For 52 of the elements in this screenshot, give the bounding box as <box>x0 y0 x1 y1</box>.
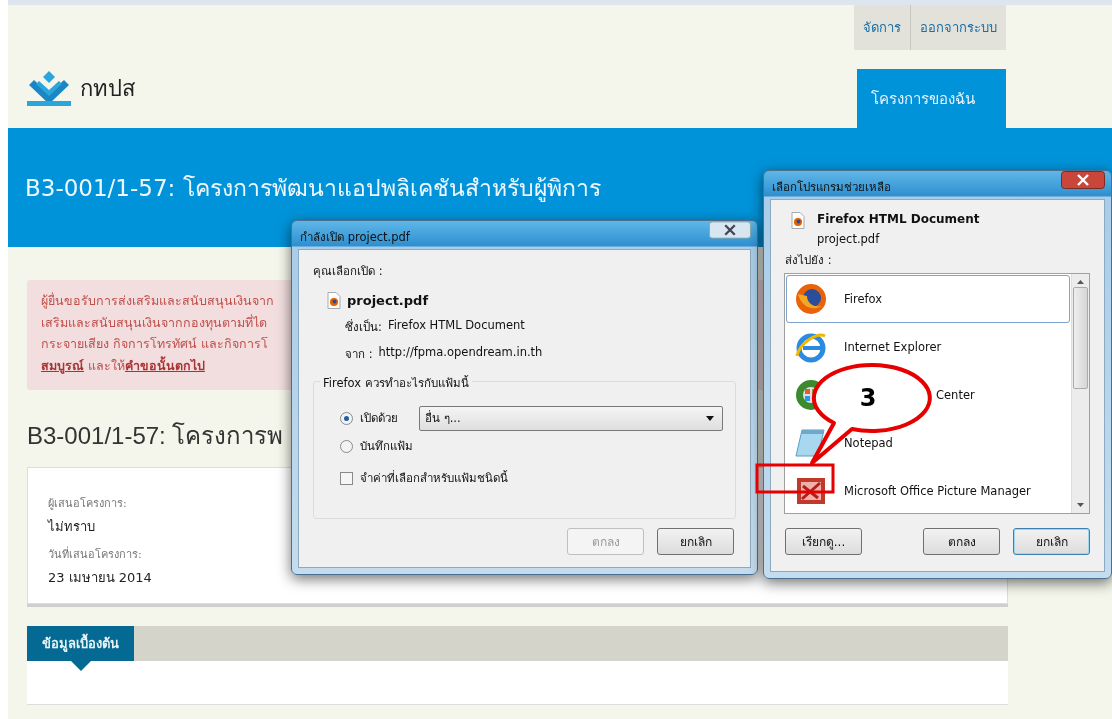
radio-button[interactable] <box>340 439 353 453</box>
from-label: จาก : <box>345 346 373 363</box>
app-name[interactable]: Center <box>936 388 975 402</box>
from-value: http://fpma.opendream.in.th <box>378 345 543 361</box>
browse-button[interactable]: เรียกดู... <box>785 528 862 555</box>
intro-text: คุณเลือกเปิด : <box>313 263 384 280</box>
radio-label[interactable]: เปิดด้วย <box>360 409 398 427</box>
app-dropdown[interactable]: อื่น ๆ... <box>419 405 723 431</box>
selected-row[interactable]: Firefox <box>786 275 1070 323</box>
radio-label[interactable]: บันทึกแฟ้ม <box>360 437 413 455</box>
nav-link[interactable]: ออกจากระบบ <box>910 5 1006 50</box>
close-icon[interactable] <box>1061 171 1105 189</box>
checkbox[interactable] <box>340 471 353 485</box>
type-label: ซึ่งเป็น: <box>345 318 382 336</box>
scrollbar[interactable] <box>1071 274 1089 513</box>
alert-link[interactable]: สมบูรณ์ <box>41 357 84 373</box>
app-name[interactable]: Microsoft Office Picture Manager <box>844 484 1031 498</box>
file-name: project.pdf <box>817 232 881 246</box>
page-title: B3-001/1-57: โครงการพัฒนาแอปพลิเคชันสำหรับผู้พิการ <box>25 173 601 204</box>
file-name: project.pdf <box>347 293 429 308</box>
send-to-label: ส่งไปยัง : <box>785 252 833 269</box>
logo-icon <box>26 71 72 106</box>
project-heading: B3-001/1-57: โครงการพ <box>27 421 284 451</box>
app-name[interactable]: Firefox <box>844 292 883 306</box>
close-icon[interactable] <box>709 221 751 239</box>
firefox-icon <box>794 282 828 316</box>
logo-text: กทปส <box>80 75 135 103</box>
file-icon <box>327 292 341 309</box>
field-value: 23 เมษายน 2014 <box>48 569 152 587</box>
dialog-title: กำลังเปิด project.pdf <box>300 229 410 246</box>
nav-link[interactable]: จัดการ <box>854 5 910 50</box>
radio-button[interactable] <box>340 411 353 425</box>
cancel-button[interactable]: ยกเลิก <box>1013 528 1090 555</box>
alert-link[interactable]: คำขอนั้นตกไป <box>125 357 205 373</box>
type-value: Firefox HTML Document <box>387 318 525 334</box>
callout-number: 3 <box>859 384 877 412</box>
dropdown-arrow-icon <box>706 415 714 421</box>
field-label: ผู้เสนอโครงการ: <box>48 496 127 512</box>
checkbox-label[interactable]: จำค่าที่เลือกสำหรับแฟ้มชนิดนี้ <box>360 469 508 487</box>
cancel-button[interactable]: ยกเลิก <box>657 528 734 555</box>
field-label: วันที่เสนอโครงการ: <box>48 545 142 563</box>
ok-button[interactable]: ตกลง <box>923 528 1000 555</box>
browser-icon <box>794 330 828 364</box>
scroll-up-icon[interactable] <box>1077 280 1084 284</box>
file-icon <box>791 212 805 229</box>
app-name[interactable]: Notepad <box>844 436 893 450</box>
tab-pointer-icon <box>71 661 91 671</box>
scroll-down-icon[interactable] <box>1077 503 1084 507</box>
field-value: ไม่ทราบ <box>48 518 95 536</box>
app-name[interactable]: Internet Explorer <box>844 340 942 354</box>
document-type: Firefox HTML Document <box>817 212 980 226</box>
dialog-title: เลือกโปรแกรมช่วยเหลือ <box>772 179 891 196</box>
